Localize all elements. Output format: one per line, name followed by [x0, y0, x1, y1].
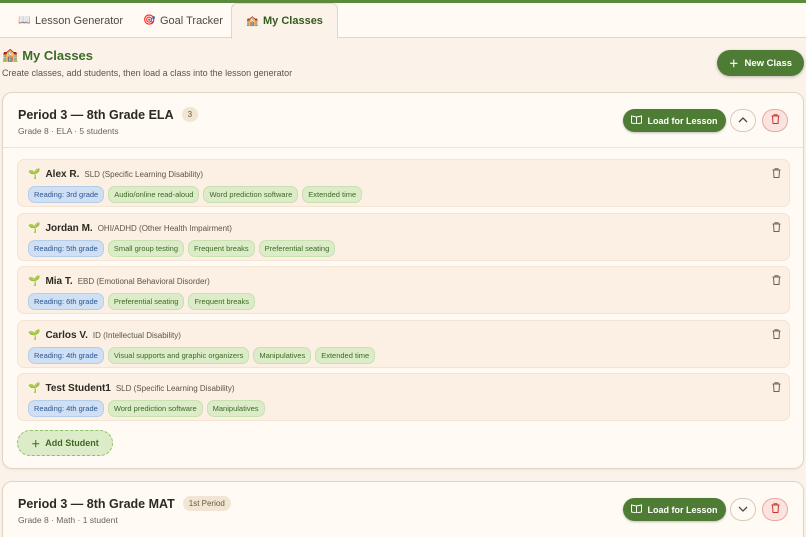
student-disability: SLD (Specific Learning Disability) — [84, 170, 204, 179]
sprout-icon: 🌱 — [28, 329, 41, 341]
expand-button[interactable] — [730, 498, 756, 521]
reading-level-tag: Reading: 4th grade — [28, 346, 104, 364]
tab-my-classes[interactable]: 🏫 My Classes — [231, 3, 338, 39]
accommodation-tag: Frequent breaks — [188, 293, 256, 310]
target-icon: 🎯 — [143, 15, 156, 26]
student-disability: ID (Intellectual Disability) — [92, 330, 181, 340]
class-meta: Grade 8 · Math · 1 student — [18, 515, 118, 525]
accommodation-tag: Audio/online read-aloud — [108, 186, 200, 203]
trash-icon — [771, 114, 780, 127]
student-disability: EBD (Emotional Behavioral Disorder) — [77, 277, 210, 286]
delete-class-button[interactable] — [762, 498, 788, 521]
chevron-down-icon — [738, 504, 748, 515]
accommodation-tag: Word prediction software — [107, 400, 203, 417]
sprout-icon: 🌱 — [28, 383, 41, 394]
student-disability: OHI/ADHD (Other Health Impairment) — [97, 223, 232, 233]
page-header: 🏫 My Classes Create classes, add student… — [2, 47, 292, 78]
student-name: Carlos V. — [45, 329, 88, 341]
trash-icon — [771, 503, 780, 516]
delete-student-icon[interactable] — [772, 275, 781, 287]
student-row: 🌱 Mia T. EBD (Emotional Behavioral Disor… — [17, 266, 790, 314]
tab-goal-tracker[interactable]: 🎯 Goal Tracker — [129, 3, 237, 38]
delete-student-icon[interactable] — [772, 328, 781, 341]
delete-student-icon[interactable] — [772, 168, 781, 180]
add-student-button[interactable]: ＋ Add Student — [17, 430, 113, 456]
student-list: 🌱 Alex R. SLD (Specific Learning Disabil… — [17, 159, 790, 427]
accommodation-tag: Preferential seating — [258, 239, 336, 257]
accommodation-tag: Visual supports and graphic organizers — [107, 346, 250, 364]
class-card: Period 3 — 8th Grade ELA 3 Grade 8 · ELA… — [2, 92, 804, 469]
student-disability: SLD (Specific Learning Disability) — [115, 384, 235, 393]
accommodation-tag: Manipulatives — [253, 346, 312, 364]
delete-student-icon[interactable] — [772, 382, 781, 394]
collapse-button[interactable] — [730, 109, 756, 132]
accommodation-tag: Extended time — [302, 186, 363, 203]
sprout-icon: 🌱 — [28, 222, 41, 234]
student-name: Jordan M. — [45, 222, 93, 234]
class-card-header: Period 3 — 8th Grade ELA 3 Grade 8 · ELA… — [3, 93, 803, 148]
accommodation-tag: Small group testing — [107, 239, 185, 257]
reading-level-tag: Reading: 3rd grade — [28, 186, 105, 203]
load-for-lesson-button[interactable]: Load for Lesson — [623, 498, 726, 521]
class-card: Period 3 — 8th Grade MAT 1st Period Grad… — [2, 481, 804, 537]
sprout-icon: 🌱 — [28, 169, 41, 180]
accommodation-tag: Word prediction software — [203, 186, 299, 203]
student-row: 🌱 Carlos V. ID (Intellectual Disability)… — [17, 319, 790, 368]
open-book-icon — [631, 115, 643, 126]
class-title: Period 3 — 8th Grade MAT — [18, 496, 175, 511]
school-icon: 🏫 — [246, 15, 259, 27]
accommodation-tag: Frequent breaks — [188, 239, 255, 257]
class-badge: 3 — [181, 107, 199, 122]
class-card-header: Period 3 — 8th Grade MAT 1st Period Grad… — [3, 482, 803, 537]
book-icon: 📖 — [18, 15, 31, 26]
load-for-lesson-button[interactable]: Load for Lesson — [623, 109, 726, 132]
tab-label: Lesson Generator — [35, 14, 124, 27]
class-badge: 1st Period — [182, 496, 231, 511]
accommodation-tag: Extended time — [315, 346, 376, 364]
sprout-icon: 🌱 — [28, 276, 41, 287]
school-icon: 🏫 — [2, 47, 19, 62]
plus-icon: ＋ — [31, 438, 41, 449]
open-book-icon — [631, 504, 643, 515]
chevron-up-icon — [738, 115, 748, 126]
page-subtitle: Create classes, add students, then load … — [2, 68, 293, 78]
reading-level-tag: Reading: 5th grade — [28, 239, 104, 257]
class-meta: Grade 8 · ELA · 5 students — [18, 126, 119, 136]
plus-icon: ＋ — [728, 59, 739, 70]
student-name: Mia T. — [45, 276, 73, 287]
student-name: Test Student1 — [45, 383, 111, 394]
student-name: Alex R. — [45, 169, 80, 180]
tab-label: My Classes — [263, 15, 323, 27]
tab-bar: 📖 Lesson Generator 🎯 Goal Tracker 🏫 My C… — [0, 3, 806, 39]
student-row: 🌱 Test Student1 SLD (Specific Learning D… — [17, 373, 790, 421]
class-title: Period 3 — 8th Grade ELA — [18, 107, 174, 122]
new-class-button[interactable]: ＋ New Class — [717, 50, 804, 76]
student-row: 🌱 Jordan M. OHI/ADHD (Other Health Impai… — [17, 212, 790, 261]
reading-level-tag: Reading: 4th grade — [28, 400, 104, 417]
page-title: 🏫 My Classes — [2, 47, 94, 63]
reading-level-tag: Reading: 6th grade — [28, 293, 104, 310]
tab-label: Goal Tracker — [160, 14, 223, 27]
tab-lesson-generator[interactable]: 📖 Lesson Generator — [4, 3, 137, 38]
delete-class-button[interactable] — [762, 109, 788, 132]
student-row: 🌱 Alex R. SLD (Specific Learning Disabil… — [17, 159, 790, 207]
delete-student-icon[interactable] — [772, 221, 781, 234]
accommodation-tag: Manipulatives — [206, 400, 265, 417]
accommodation-tag: Preferential seating — [107, 293, 185, 310]
